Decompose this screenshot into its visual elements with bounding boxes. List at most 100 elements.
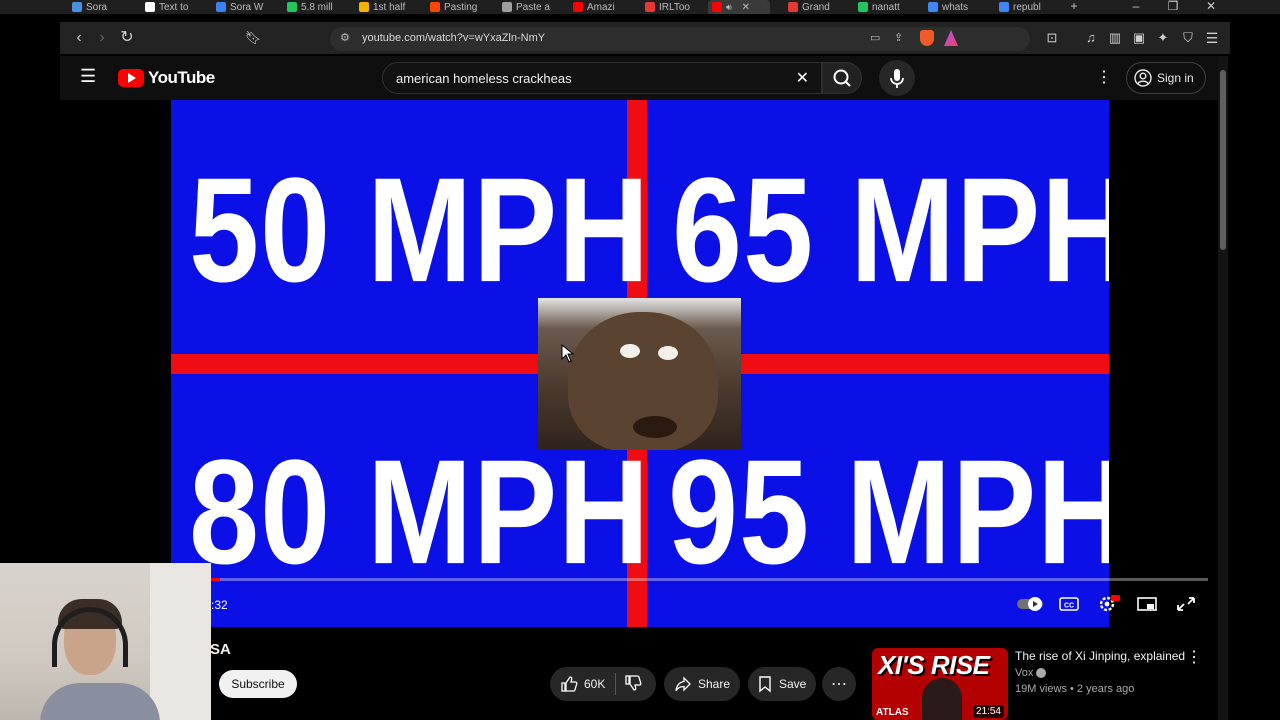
time-display: :32	[211, 598, 228, 612]
minimize-icon[interactable]: –	[1124, 0, 1148, 14]
thumbs-up-icon	[561, 676, 578, 692]
brave-shield-icon[interactable]	[920, 30, 934, 46]
like-dislike-group: 60K	[550, 667, 656, 701]
vpn-icon[interactable]: ⛉	[1178, 28, 1198, 48]
mouse-cursor-icon	[561, 344, 575, 363]
verified-icon	[1036, 668, 1047, 679]
miniplayer-icon[interactable]	[1136, 594, 1158, 614]
youtube-play-icon	[118, 69, 144, 87]
save-button[interactable]: Save	[748, 667, 816, 701]
thumbs-down-icon	[625, 674, 642, 691]
site-info-icon[interactable]: ⚙︎	[340, 31, 350, 44]
reload-icon[interactable]: ↻	[117, 28, 137, 48]
close-tab-icon[interactable]: ✕	[742, 2, 750, 13]
tab-favicon	[788, 2, 798, 12]
speaker-icon[interactable]: 🔊︎	[726, 2, 732, 13]
video-player[interactable]: 50 MPH 65 MPH 80 MPH 95 MPH	[171, 100, 1109, 627]
tab-favicon	[287, 2, 297, 12]
search-input[interactable]: american homeless crackheas ✕	[382, 62, 822, 94]
tab-favicon	[928, 2, 938, 12]
restore-icon[interactable]: ❐	[1161, 0, 1185, 14]
bookmark-save-icon	[759, 676, 771, 693]
browser-tab[interactable]: Sora	[72, 0, 132, 14]
reaction-face-image	[538, 298, 741, 450]
browser-tab[interactable]: Sora W	[216, 0, 276, 14]
search-button[interactable]	[822, 62, 862, 94]
voice-search-button[interactable]	[879, 60, 915, 96]
youtube-logo[interactable]: YouTube	[118, 68, 215, 88]
share-button[interactable]: Share	[664, 667, 740, 701]
dislike-button[interactable]	[616, 674, 642, 695]
share-page-icon[interactable]: ⇪	[894, 31, 903, 44]
hamburger-menu-icon[interactable]: ☰	[80, 66, 96, 87]
tab-favicon	[72, 2, 82, 12]
browser-tab[interactable]: whats	[928, 0, 988, 14]
browser-tab[interactable]: IRLToo	[645, 0, 700, 14]
url-text[interactable]: youtube.com/watch?v=wYxaZln-NmY	[362, 32, 545, 44]
close-window-icon[interactable]: ✕	[1199, 0, 1223, 14]
browser-tab[interactable]: nanatt	[858, 0, 918, 14]
browser-tab[interactable]: Text to	[145, 0, 205, 14]
suggested-channel[interactable]: Vox	[1015, 667, 1047, 679]
thumbnail-title-text: XI'S RISE	[878, 650, 990, 680]
speed-label-top-right: 65 MPH	[672, 146, 1109, 313]
sidebar-icon[interactable]: ▥	[1105, 28, 1125, 48]
forward-icon[interactable]: ›	[92, 28, 112, 48]
rewards-icon[interactable]	[944, 30, 958, 46]
speed-label-top-left: 50 MPH	[189, 146, 651, 313]
webcam-overlay	[0, 563, 211, 720]
youtube-header: ☰ YouTube american homeless crackheas ✕ …	[60, 56, 1220, 100]
channel-name[interactable]: SA	[210, 641, 231, 658]
search-query-text[interactable]: american homeless crackheas	[396, 71, 572, 86]
more-actions-button[interactable]: ⋯	[822, 667, 856, 701]
tab-favicon	[145, 2, 155, 12]
suggested-video-title[interactable]: The rise of Xi Jinping, explained	[1015, 649, 1185, 663]
tab-favicon	[712, 2, 722, 12]
bookmark-icon[interactable]: 🔖︎	[243, 28, 263, 48]
svg-text:CC: CC	[1064, 603, 1074, 610]
tab-favicon	[502, 2, 512, 12]
sign-in-button[interactable]: Sign in	[1126, 62, 1206, 94]
speed-label-bottom-left: 80 MPH	[189, 428, 651, 595]
settings-gear-icon[interactable]	[1097, 594, 1120, 614]
tab-favicon	[430, 2, 440, 12]
browser-tab-active[interactable]: 🔊︎ ✕	[708, 0, 770, 14]
page-scrollbar[interactable]	[1218, 56, 1228, 720]
microphone-icon	[890, 69, 904, 88]
menu-icon[interactable]: ☰	[1202, 28, 1222, 48]
browser-tab[interactable]: 1st half	[359, 0, 419, 14]
browser-tab[interactable]: republ	[999, 0, 1057, 14]
browser-tab[interactable]: Amazi	[573, 0, 633, 14]
address-bar[interactable]: ⚙︎ youtube.com/watch?v=wYxaZln-NmY ▭ ⇪	[330, 27, 1030, 51]
like-button[interactable]: 60K	[550, 675, 605, 693]
account-icon	[1134, 69, 1152, 87]
media-icon[interactable]: ♫	[1081, 28, 1101, 48]
speed-label-bottom-right: 95 MPH	[668, 428, 1109, 595]
screenshot-icon[interactable]: ⊡	[1042, 28, 1062, 48]
clear-search-icon[interactable]: ✕	[796, 68, 809, 88]
video-progress-bar[interactable]	[210, 578, 1208, 581]
browser-tab[interactable]: Grand	[788, 0, 848, 14]
progress-fill	[210, 578, 220, 581]
subscribe-button[interactable]: Subscribe	[219, 670, 297, 698]
scrollbar-thumb[interactable]	[1220, 70, 1226, 250]
wallet-icon[interactable]: ▣	[1129, 28, 1149, 48]
fullscreen-icon[interactable]	[1175, 594, 1197, 614]
browser-tab[interactable]: Paste a	[502, 0, 562, 14]
new-tab-icon[interactable]: +	[1062, 0, 1086, 14]
more-options-icon[interactable]: ⋮	[1096, 67, 1112, 87]
video-duration: 21:54	[972, 705, 1004, 718]
tab-favicon	[858, 2, 868, 12]
suggested-video-thumbnail[interactable]: XI'S RISE ATLAS 21:54	[872, 648, 1008, 720]
suggested-more-icon[interactable]: ⋮	[1186, 647, 1202, 667]
browser-tab[interactable]: Pasting	[430, 0, 490, 14]
tab-favicon	[216, 2, 226, 12]
leo-ai-icon[interactable]: ✦	[1153, 28, 1173, 48]
autoplay-toggle[interactable]	[1016, 594, 1043, 614]
tab-favicon	[999, 2, 1009, 12]
cast-icon[interactable]: ▭	[870, 31, 880, 44]
closed-captions-icon[interactable]: CC	[1058, 594, 1080, 614]
more-horizontal-icon: ⋯	[831, 676, 847, 693]
back-icon[interactable]: ‹	[69, 28, 89, 48]
browser-tab[interactable]: 5.8 mill	[287, 0, 347, 14]
